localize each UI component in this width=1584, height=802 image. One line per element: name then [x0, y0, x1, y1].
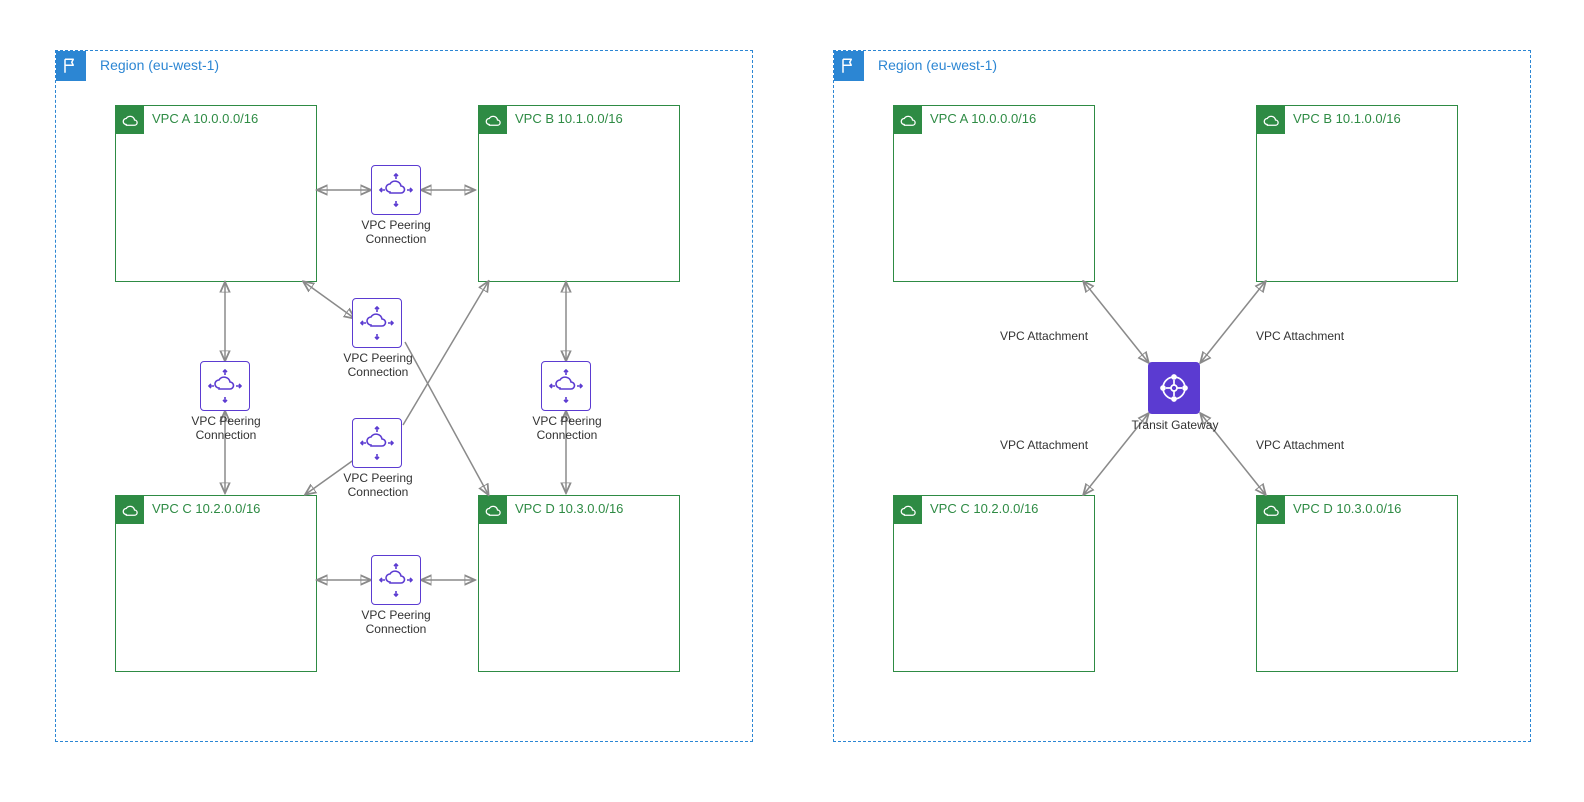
vpc-peering-icon	[352, 298, 402, 348]
vpc-peering-icon	[200, 361, 250, 411]
vpc-attachment-label: VPC Attachment	[1256, 438, 1344, 452]
vpc-b-right: VPC B 10.1.0.0/16	[1256, 105, 1458, 282]
vpc-cloud-icon	[479, 496, 507, 524]
peering-label: VPC PeeringConnection	[318, 351, 438, 380]
vpc-peering-icon	[352, 418, 402, 468]
vpc-attachment-label: VPC Attachment	[1000, 438, 1088, 452]
region-label-left: Region (eu-west-1)	[100, 57, 219, 73]
vpc-attachment-label: VPC Attachment	[1256, 329, 1344, 343]
vpc-label: VPC D 10.3.0.0/16	[515, 501, 623, 516]
vpc-c-right: VPC C 10.2.0.0/16	[893, 495, 1095, 672]
region-flag-icon	[834, 51, 864, 81]
vpc-label: VPC B 10.1.0.0/16	[515, 111, 623, 126]
peering-label: VPC PeeringConnection	[336, 218, 456, 247]
vpc-label: VPC D 10.3.0.0/16	[1293, 501, 1401, 516]
region-flag-icon	[56, 51, 86, 81]
vpc-cloud-icon	[116, 106, 144, 134]
region-label-right: Region (eu-west-1)	[878, 57, 997, 73]
vpc-peering-icon	[371, 165, 421, 215]
peering-label: VPC PeeringConnection	[318, 471, 438, 500]
vpc-cloud-icon	[894, 106, 922, 134]
vpc-label: VPC C 10.2.0.0/16	[930, 501, 1038, 516]
vpc-cloud-icon	[479, 106, 507, 134]
vpc-b-left: VPC B 10.1.0.0/16	[478, 105, 680, 282]
vpc-cloud-icon	[894, 496, 922, 524]
vpc-label: VPC B 10.1.0.0/16	[1293, 111, 1401, 126]
vpc-a-right: VPC A 10.0.0.0/16	[893, 105, 1095, 282]
vpc-attachment-label: VPC Attachment	[1000, 329, 1088, 343]
vpc-label: VPC C 10.2.0.0/16	[152, 501, 260, 516]
vpc-label: VPC A 10.0.0.0/16	[930, 111, 1036, 126]
vpc-label: VPC A 10.0.0.0/16	[152, 111, 258, 126]
transit-gateway-label: Transit Gateway	[1125, 418, 1225, 432]
vpc-d-left: VPC D 10.3.0.0/16	[478, 495, 680, 672]
vpc-c-left: VPC C 10.2.0.0/16	[115, 495, 317, 672]
vpc-peering-icon	[541, 361, 591, 411]
vpc-cloud-icon	[1257, 106, 1285, 134]
vpc-d-right: VPC D 10.3.0.0/16	[1256, 495, 1458, 672]
vpc-cloud-icon	[1257, 496, 1285, 524]
peering-label: VPC PeeringConnection	[507, 414, 627, 443]
peering-label: VPC PeeringConnection	[336, 608, 456, 637]
vpc-a-left: VPC A 10.0.0.0/16	[115, 105, 317, 282]
transit-gateway-icon	[1148, 362, 1200, 414]
vpc-cloud-icon	[116, 496, 144, 524]
peering-label: VPC PeeringConnection	[166, 414, 286, 443]
vpc-peering-icon	[371, 555, 421, 605]
